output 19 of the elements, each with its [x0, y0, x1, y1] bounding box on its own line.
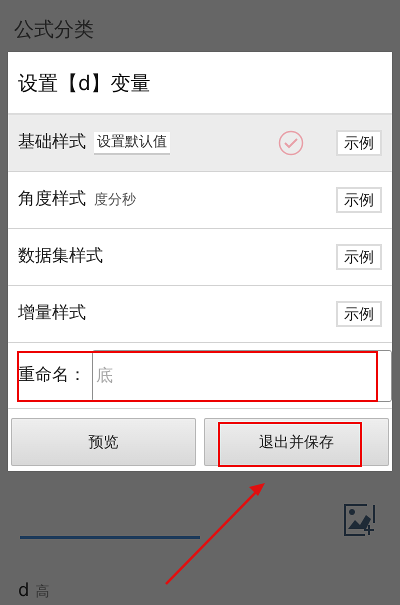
style-label: 数据集样式	[18, 245, 103, 268]
example-button[interactable]: 示例	[336, 244, 382, 270]
style-label: 增量样式	[18, 302, 86, 326]
dialog-button[interactable]: 预览	[11, 418, 196, 466]
example-button[interactable]: 示例	[336, 301, 382, 327]
rename-field[interactable]: 底	[92, 350, 392, 402]
style-label: 基础样式	[18, 131, 86, 154]
dialog-title: 设置【d】变量	[18, 70, 151, 96]
example-button[interactable]: 示例	[336, 187, 382, 213]
add-image-icon[interactable]	[343, 503, 377, 537]
example-button[interactable]: 示例	[336, 130, 382, 156]
dialog-button[interactable]: 退出并保存	[204, 418, 389, 466]
style-label: 角度样式	[18, 188, 86, 212]
style-row[interactable]: 基础样式 设置默认值 示例	[8, 115, 392, 172]
rename-label: 重命名：	[18, 364, 86, 387]
page-title: 公式分类	[14, 17, 94, 41]
variable-name: d	[18, 579, 30, 603]
style-value: 度分秒	[94, 190, 136, 210]
default-value-field[interactable]: 设置默认值	[94, 132, 170, 154]
